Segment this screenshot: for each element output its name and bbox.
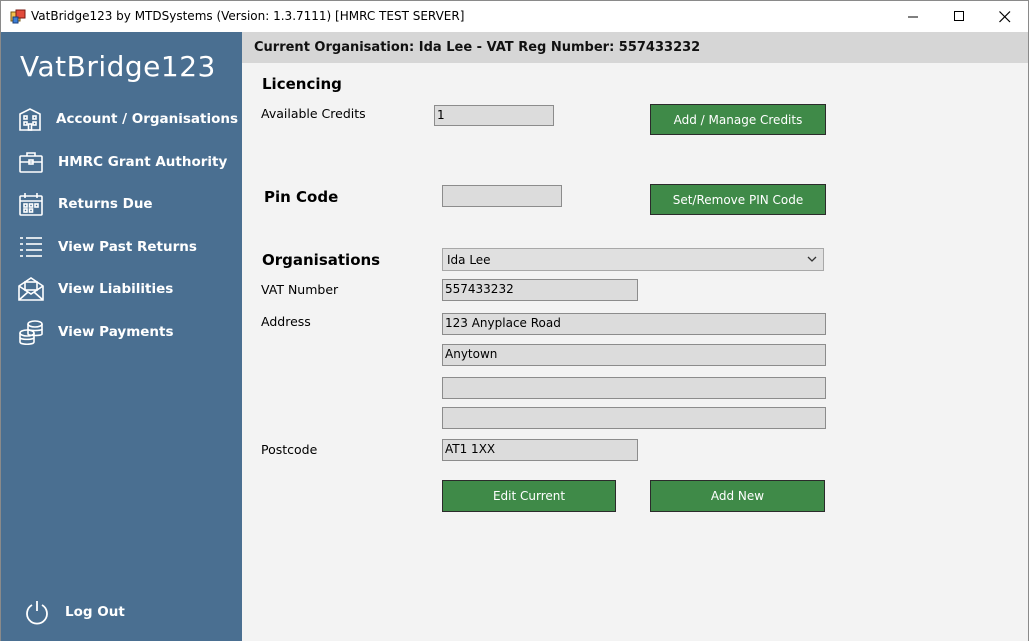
sidebar-item-liabilities[interactable]: View Liabilities — [17, 274, 237, 304]
chevron-down-icon — [807, 256, 817, 262]
minimize-icon — [907, 16, 918, 18]
calendar-icon — [17, 190, 45, 218]
logout-label: Log Out — [65, 604, 125, 620]
briefcase-icon — [17, 148, 45, 176]
edit-current-button[interactable]: Edit Current — [442, 480, 616, 512]
organisations-title: Organisations — [262, 251, 381, 269]
app-icon — [10, 9, 26, 24]
sidebar-item-label: Returns Due — [58, 196, 153, 212]
building-icon — [17, 105, 43, 133]
licencing-title: Licencing — [262, 75, 342, 93]
address-line-3-field[interactable] — [442, 377, 826, 399]
pin-code-title: Pin Code — [264, 188, 339, 206]
vat-number-label: VAT Number — [261, 282, 339, 297]
app-window: VatBridge123 by MTDSystems (Version: 1.3… — [0, 0, 1029, 641]
address-line-4-field[interactable] — [442, 407, 826, 429]
available-credits-label: Available Credits — [261, 106, 366, 121]
window-title: VatBridge123 by MTDSystems (Version: 1.3… — [31, 9, 465, 23]
coins-icon — [17, 318, 45, 346]
organisation-select-value: Ida Lee — [447, 253, 491, 267]
address-line-2-field[interactable]: Anytown — [442, 344, 826, 366]
minimize-button[interactable] — [890, 1, 936, 32]
sidebar-item-label: View Liabilities — [58, 281, 174, 297]
address-label: Address — [261, 314, 311, 329]
organisation-select[interactable]: Ida Lee — [442, 248, 824, 271]
pin-code-field[interactable] — [442, 185, 562, 207]
sidebar-item-past-returns[interactable]: View Past Returns — [17, 232, 237, 262]
close-icon — [999, 10, 1011, 22]
current-org-banner: Current Organisation: Ida Lee - VAT Reg … — [242, 32, 1028, 63]
main-content: Current Organisation: Ida Lee - VAT Reg … — [242, 32, 1028, 641]
current-org-text: Current Organisation: Ida Lee - VAT Reg … — [254, 40, 701, 55]
add-new-button[interactable]: Add New — [650, 480, 825, 512]
sidebar-item-account[interactable]: Account / Organisations — [17, 104, 239, 134]
sidebar-item-returns-due[interactable]: Returns Due — [17, 189, 237, 219]
envelope-icon — [17, 275, 45, 303]
close-button[interactable] — [982, 1, 1028, 32]
add-manage-credits-button[interactable]: Add / Manage Credits — [650, 104, 826, 135]
maximize-icon — [953, 11, 964, 21]
maximize-button[interactable] — [936, 1, 982, 32]
power-icon — [26, 601, 48, 625]
sidebar: VatBridge123 Account / Organisations HMR… — [1, 32, 242, 641]
address-line-1-field[interactable]: 123 Anyplace Road — [442, 313, 826, 335]
postcode-field[interactable]: AT1 1XX — [442, 439, 638, 461]
set-remove-pin-button[interactable]: Set/Remove PIN Code — [650, 184, 826, 215]
available-credits-field[interactable]: 1 — [434, 105, 554, 126]
sidebar-item-label: HMRC Grant Authority — [58, 154, 228, 170]
logout-button[interactable]: Log Out — [24, 597, 125, 627]
vat-number-field[interactable]: 557433232 — [442, 279, 638, 301]
sidebar-item-hmrc-grant[interactable]: HMRC Grant Authority — [17, 147, 237, 177]
sidebar-item-label: View Past Returns — [58, 239, 197, 255]
sidebar-item-label: View Payments — [58, 324, 174, 340]
postcode-label: Postcode — [261, 442, 318, 457]
sidebar-item-label: Account / Organisations — [56, 111, 239, 127]
sidebar-item-payments[interactable]: View Payments — [17, 317, 237, 347]
title-bar: VatBridge123 by MTDSystems (Version: 1.3… — [1, 1, 1028, 32]
app-logo: VatBridge123 — [20, 50, 216, 83]
list-icon — [17, 233, 45, 261]
